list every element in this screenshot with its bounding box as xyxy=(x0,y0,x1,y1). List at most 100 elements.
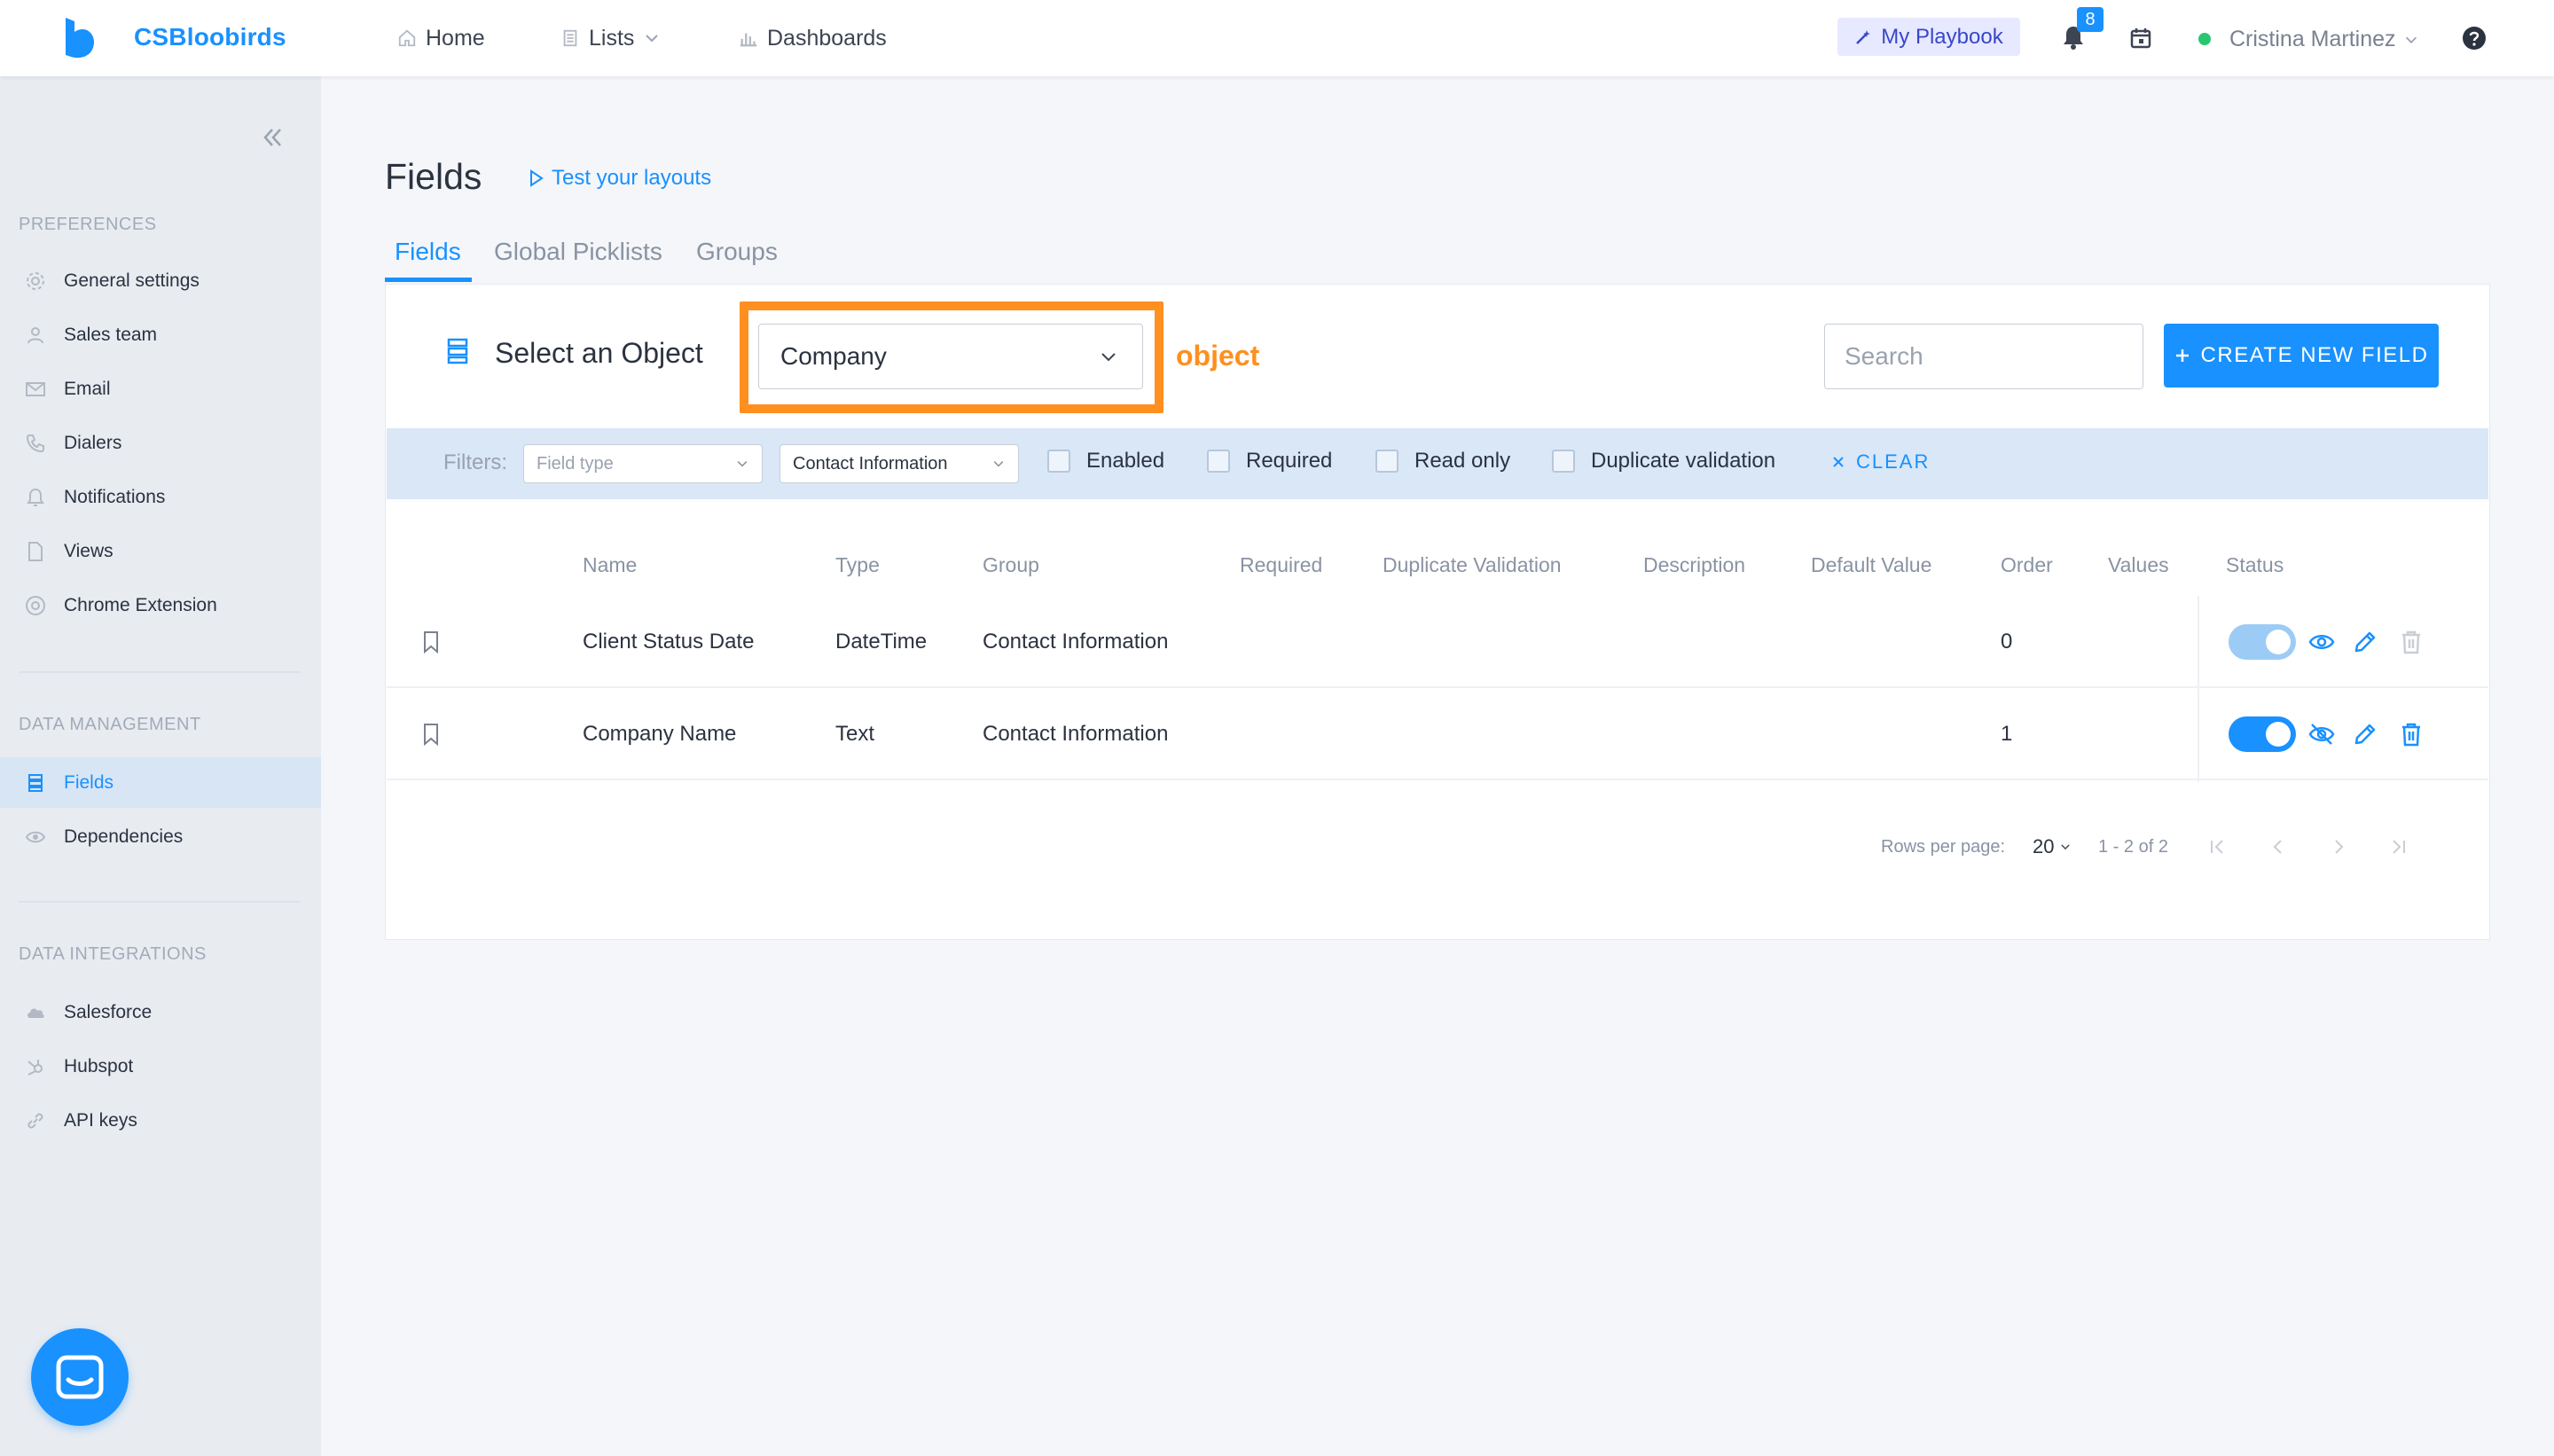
field-type: DateTime xyxy=(835,630,928,654)
required-checkbox[interactable]: Required xyxy=(1207,449,1332,474)
first-page-icon[interactable] xyxy=(2205,835,2229,858)
nav-lists[interactable]: Lists xyxy=(560,0,661,76)
object-list-icon xyxy=(447,338,468,364)
brand-name[interactable]: CSBloobirds xyxy=(134,23,286,51)
sidebar-item-chrome-extension[interactable]: Chrome Extension xyxy=(0,580,321,630)
last-page-icon[interactable] xyxy=(2387,835,2410,858)
read-only-checkbox[interactable]: Read only xyxy=(1375,449,1510,474)
clear-filters-button[interactable]: CLEAR xyxy=(1831,450,1930,474)
data-management-section-title: DATA MANAGEMENT xyxy=(19,715,201,734)
checkbox-label: Enabled xyxy=(1086,449,1165,473)
sidebar-item-email[interactable]: Email xyxy=(0,364,321,414)
chat-support-button[interactable] xyxy=(31,1328,129,1426)
test-your-layouts-link[interactable]: Test your layouts xyxy=(529,166,711,191)
nav-home-label: Home xyxy=(426,25,485,51)
tab-fields[interactable]: Fields xyxy=(395,238,461,266)
previous-page-icon[interactable] xyxy=(2267,835,2290,858)
collapse-sidebar-icon[interactable] xyxy=(260,125,285,150)
bookmark-icon[interactable] xyxy=(421,723,441,746)
chrome-icon xyxy=(25,595,46,616)
column-header-order[interactable]: Order xyxy=(2001,553,2053,577)
rows-per-page-select[interactable]: 20 xyxy=(2033,835,2072,858)
chevron-down-icon xyxy=(2059,841,2072,853)
link-icon xyxy=(25,1110,46,1131)
field-name: Company Name xyxy=(583,722,737,746)
phone-icon xyxy=(25,433,46,454)
checkbox-box[interactable] xyxy=(1207,450,1230,473)
eye-off-icon[interactable] xyxy=(2307,720,2336,748)
sidebar-item-label: Email xyxy=(64,378,111,399)
duplicate-validation-checkbox[interactable]: Duplicate validation xyxy=(1552,449,1775,474)
eye-icon xyxy=(25,826,46,848)
hubspot-icon xyxy=(25,1056,46,1077)
user-menu[interactable]: Cristina Martinez xyxy=(2229,27,2419,52)
next-page-icon[interactable] xyxy=(2327,835,2350,858)
create-new-field-button[interactable]: CREATE NEW FIELD xyxy=(2164,324,2439,387)
sidebar: PREFERENCES General settings Sales team … xyxy=(0,76,321,1456)
nav-dashboards[interactable]: Dashboards xyxy=(739,0,887,76)
edit-pencil-icon[interactable] xyxy=(2351,720,2379,748)
notification-count-badge: 8 xyxy=(2077,7,2104,32)
trash-icon[interactable] xyxy=(2397,628,2425,656)
list-icon xyxy=(25,772,46,794)
search-input[interactable] xyxy=(1845,342,2165,371)
user-icon xyxy=(25,325,46,346)
sidebar-item-label: API keys xyxy=(64,1109,137,1131)
chat-icon xyxy=(56,1355,104,1399)
sidebar-item-dependencies[interactable]: Dependencies xyxy=(0,811,321,862)
trash-icon[interactable] xyxy=(2397,720,2425,748)
sidebar-item-api-keys[interactable]: API keys xyxy=(0,1095,321,1146)
sidebar-item-hubspot[interactable]: Hubspot xyxy=(0,1041,321,1092)
sidebar-item-label: Fields xyxy=(64,771,114,793)
column-header-default-value[interactable]: Default Value xyxy=(1811,553,1931,577)
object-select[interactable]: Company xyxy=(758,324,1143,389)
column-header-type[interactable]: Type xyxy=(835,553,880,577)
column-header-values[interactable]: Values xyxy=(2108,553,2169,577)
file-icon xyxy=(25,541,46,562)
filters-label: Filters: xyxy=(443,450,507,474)
chevron-down-icon xyxy=(1098,346,1119,367)
bloobirds-logo-icon[interactable] xyxy=(62,18,96,59)
sidebar-item-sales-team[interactable]: Sales team xyxy=(0,309,321,360)
search-field[interactable] xyxy=(1824,324,2182,389)
sidebar-item-label: Hubspot xyxy=(64,1055,134,1076)
eye-icon[interactable] xyxy=(2307,628,2336,656)
checkbox-box[interactable] xyxy=(1047,450,1070,473)
sidebar-item-notifications[interactable]: Notifications xyxy=(0,472,321,522)
chevron-down-icon xyxy=(2403,32,2419,48)
play-icon xyxy=(529,169,544,187)
column-header-status[interactable]: Status xyxy=(2226,553,2284,577)
field-enabled-toggle[interactable] xyxy=(2229,716,2296,752)
column-header-name[interactable]: Name xyxy=(583,553,637,577)
sidebar-item-dialers[interactable]: Dialers xyxy=(0,418,321,468)
group-filter-select[interactable]: Contact Information xyxy=(780,444,1019,483)
column-header-description[interactable]: Description xyxy=(1643,553,1745,577)
checkbox-box[interactable] xyxy=(1552,450,1575,473)
toggle-knob xyxy=(2266,630,2291,654)
status-column xyxy=(2198,596,2488,782)
checkbox-box[interactable] xyxy=(1375,450,1398,473)
my-playbook-button[interactable]: My Playbook xyxy=(1837,18,2020,56)
field-group: Contact Information xyxy=(983,630,1169,654)
nav-dashboards-label: Dashboards xyxy=(767,25,887,51)
nav-home[interactable]: Home xyxy=(397,0,485,76)
column-header-group[interactable]: Group xyxy=(983,553,1039,577)
sidebar-item-fields[interactable]: Fields xyxy=(0,757,321,808)
column-header-required[interactable]: Required xyxy=(1240,553,1322,577)
calendar-icon[interactable] xyxy=(2129,27,2152,50)
field-name: Client Status Date xyxy=(583,630,755,654)
sidebar-item-views[interactable]: Views xyxy=(0,526,321,576)
tab-groups[interactable]: Groups xyxy=(696,238,778,266)
sidebar-item-salesforce[interactable]: Salesforce xyxy=(0,987,321,1037)
field-enabled-toggle[interactable] xyxy=(2229,624,2296,660)
edit-pencil-icon[interactable] xyxy=(2351,628,2379,656)
help-icon[interactable] xyxy=(2462,26,2487,51)
column-header-duplicate-validation[interactable]: Duplicate Validation xyxy=(1383,553,1562,577)
field-type-filter-select[interactable]: Field type xyxy=(523,444,763,483)
sidebar-item-general-settings[interactable]: General settings xyxy=(0,255,321,306)
enabled-checkbox[interactable]: Enabled xyxy=(1047,449,1164,474)
bookmark-icon[interactable] xyxy=(421,630,441,654)
tab-global-picklists[interactable]: Global Picklists xyxy=(494,238,662,266)
clear-filters-label: CLEAR xyxy=(1856,450,1931,473)
mail-icon xyxy=(25,379,46,400)
